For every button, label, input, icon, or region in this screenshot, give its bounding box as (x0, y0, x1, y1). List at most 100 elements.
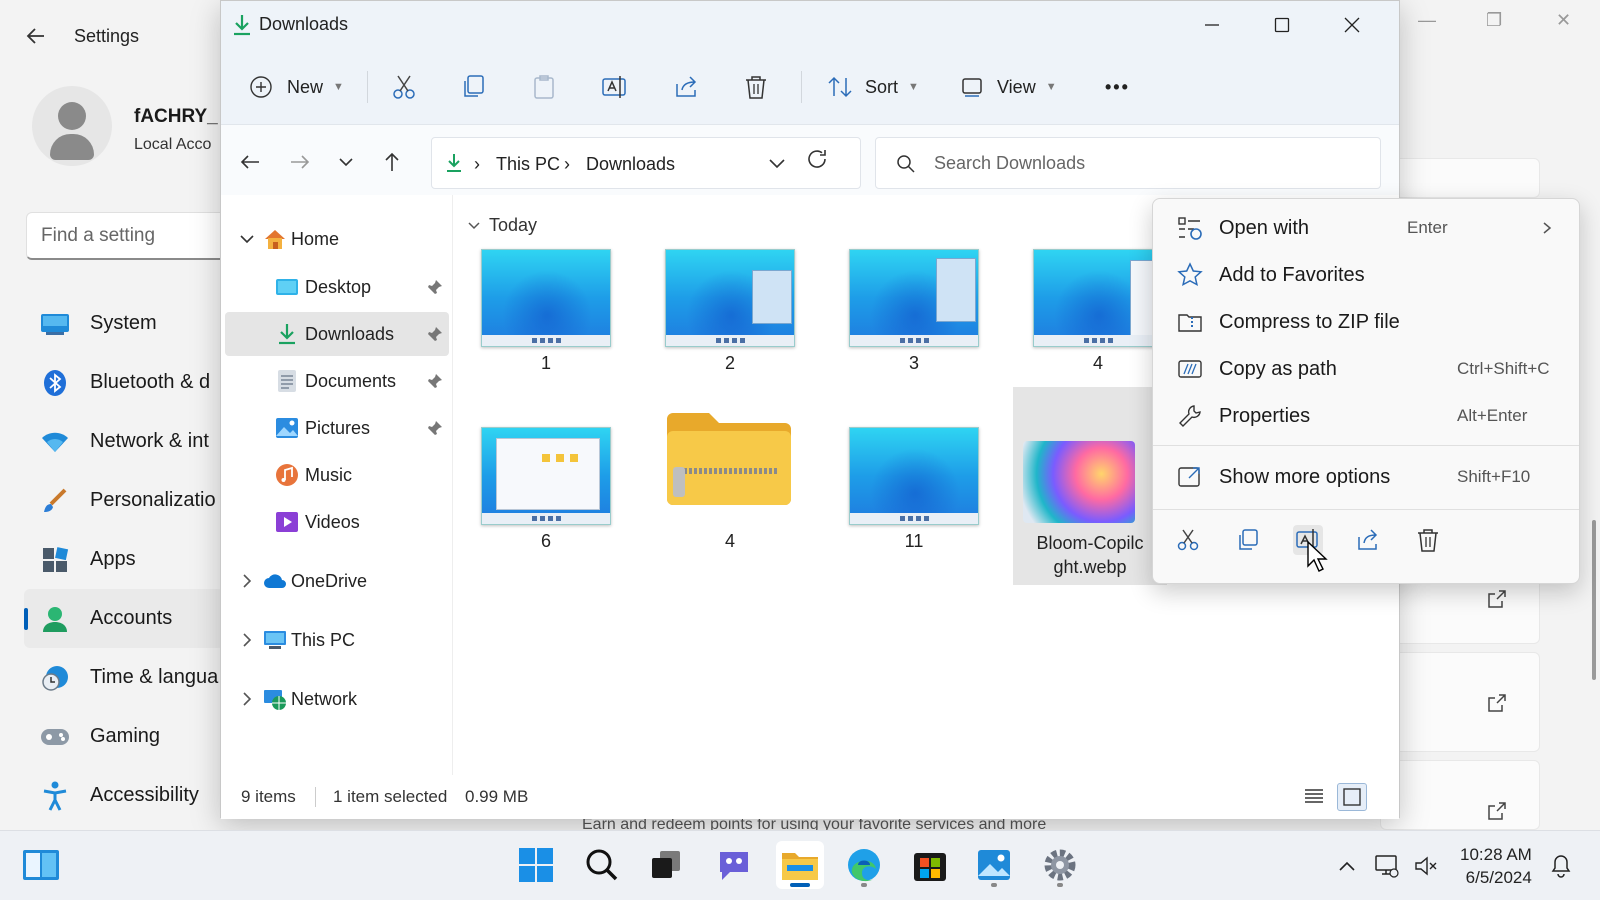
pin-icon[interactable] (427, 279, 443, 295)
file-tile[interactable]: 6 (469, 421, 623, 591)
menu-item-add-to-favorites[interactable]: Add to Favorites (1157, 252, 1575, 298)
refresh-button[interactable] (805, 147, 835, 177)
task-view-button[interactable] (642, 841, 690, 889)
volume-button[interactable] (1414, 853, 1440, 879)
file-tile[interactable]: 4 (653, 407, 807, 577)
tree-item-documents[interactable]: Documents (225, 359, 449, 403)
cut-button[interactable] (391, 67, 417, 107)
tree-item-network[interactable]: Network (225, 677, 449, 721)
settings-minimize-icon[interactable]: — (1418, 10, 1436, 31)
settings-card[interactable] (1380, 760, 1540, 830)
chevron-right-icon[interactable] (239, 573, 255, 589)
menu-cut-button[interactable] (1173, 525, 1203, 555)
show-hidden-icons-button[interactable] (1334, 853, 1360, 879)
menu-item-open-with[interactable]: Open with Enter (1157, 205, 1575, 251)
start-button[interactable] (512, 841, 560, 889)
nav-item-network[interactable]: Network & int (24, 412, 224, 471)
tree-item-onedrive[interactable]: OneDrive (225, 559, 449, 603)
widgets-button[interactable] (22, 849, 60, 881)
find-setting-input[interactable]: Find a setting (26, 212, 226, 260)
close-button[interactable] (1317, 1, 1387, 49)
nav-item-system[interactable]: System (24, 294, 224, 353)
file-tile-selected[interactable]: Bloom-Copilc ght.webp (1013, 387, 1167, 585)
tree-item-this-pc[interactable]: This PC (225, 618, 449, 662)
nav-item-accounts[interactable]: Accounts (24, 589, 224, 648)
chevron-right-icon[interactable] (239, 691, 255, 707)
address-bar[interactable]: › This PC › Downloads (431, 137, 861, 189)
delete-icon (1418, 529, 1438, 552)
share-button[interactable] (673, 67, 699, 107)
sort-button[interactable]: Sort ▼ (827, 67, 919, 107)
tree-item-pictures[interactable]: Pictures (225, 406, 449, 450)
back-arrow-icon[interactable] (24, 24, 48, 48)
forward-button[interactable] (285, 147, 315, 177)
store-button[interactable] (906, 841, 954, 889)
item-count: 9 items (241, 787, 296, 806)
details-view-button[interactable] (1303, 785, 1329, 811)
menu-item-show-more-options[interactable]: Show more options Shift+F10 (1157, 454, 1575, 500)
nav-item-apps[interactable]: Apps (24, 530, 224, 589)
file-tile[interactable]: 2 (653, 243, 807, 393)
breadcrumb-downloads[interactable]: Downloads (586, 154, 675, 175)
network-status-button[interactable] (1374, 853, 1400, 879)
settings-card[interactable] (1380, 652, 1540, 752)
nav-item-bluetooth[interactable]: Bluetooth & d (24, 353, 224, 412)
minimize-button[interactable] (1177, 1, 1247, 49)
menu-copy-button[interactable] (1233, 525, 1263, 555)
maximize-button[interactable] (1247, 1, 1317, 49)
taskbar-search-button[interactable] (578, 841, 626, 889)
pin-icon[interactable] (427, 326, 443, 342)
nav-item-accessibility[interactable]: Accessibility (24, 766, 224, 825)
file-tile[interactable]: 3 (837, 243, 991, 393)
menu-item-properties[interactable]: Properties Alt+Enter (1157, 393, 1575, 439)
settings-scrollbar[interactable] (1592, 520, 1596, 680)
nav-item-time-language[interactable]: Time & langua (24, 648, 224, 707)
group-header-today[interactable]: Today (467, 215, 537, 236)
file-tile[interactable]: 11 (837, 421, 991, 591)
chat-button[interactable] (710, 841, 758, 889)
details-view-icon (1305, 789, 1323, 803)
settings-maximize-icon[interactable]: ❐ (1486, 10, 1502, 31)
breadcrumb-this-pc[interactable]: This PC (496, 154, 560, 175)
thumbnail-view-button[interactable] (1337, 783, 1367, 811)
recent-locations-button[interactable] (331, 147, 361, 177)
up-button[interactable] (377, 147, 407, 177)
nav-item-gaming[interactable]: Gaming (24, 707, 224, 766)
clock[interactable]: 10:28 AM 6/5/2024 (1460, 843, 1532, 889)
see-more-button[interactable]: ••• (1105, 67, 1130, 107)
menu-item-compress-zip[interactable]: Compress to ZIP file (1157, 299, 1575, 345)
paste-button[interactable] (531, 67, 557, 107)
photos-button[interactable] (970, 841, 1018, 889)
settings-icon (1044, 849, 1076, 881)
tree-item-music[interactable]: Music (225, 453, 449, 497)
delete-button[interactable] (743, 67, 769, 107)
breadcrumb-separator-icon: › (474, 154, 480, 174)
address-dropdown-icon[interactable] (768, 156, 786, 172)
pin-icon[interactable] (427, 420, 443, 436)
settings-close-icon[interactable]: ✕ (1556, 10, 1571, 31)
tree-item-desktop[interactable]: Desktop (225, 265, 449, 309)
search-input[interactable]: Search Downloads (875, 137, 1381, 189)
view-button[interactable]: View ▼ (961, 67, 1057, 107)
tree-item-downloads[interactable]: Downloads (225, 312, 449, 356)
chevron-down-icon[interactable] (239, 231, 255, 247)
tree-item-home[interactable]: Home (225, 217, 449, 261)
menu-item-copy-as-path[interactable]: Copy as path Ctrl+Shift+C (1157, 346, 1575, 392)
new-button[interactable]: New ▼ (249, 67, 344, 107)
file-tile[interactable]: 1 (469, 243, 623, 393)
back-button[interactable] (235, 147, 265, 177)
settings-card[interactable] (1380, 158, 1540, 198)
edge-button[interactable] (840, 841, 888, 889)
copy-button[interactable] (461, 67, 487, 107)
nav-item-personalization[interactable]: Personalizatio (24, 471, 224, 530)
settings-taskbar-button[interactable] (1036, 841, 1084, 889)
menu-share-button[interactable] (1353, 525, 1383, 555)
tree-item-videos[interactable]: Videos (225, 500, 449, 544)
pin-icon[interactable] (427, 373, 443, 389)
chevron-right-icon[interactable] (239, 632, 255, 648)
file-explorer-taskbar-button[interactable] (776, 841, 824, 889)
rename-button[interactable] (601, 67, 629, 107)
explorer-titlebar[interactable]: Downloads (221, 1, 1399, 49)
menu-delete-button[interactable] (1413, 525, 1443, 555)
notifications-button[interactable] (1548, 853, 1574, 879)
